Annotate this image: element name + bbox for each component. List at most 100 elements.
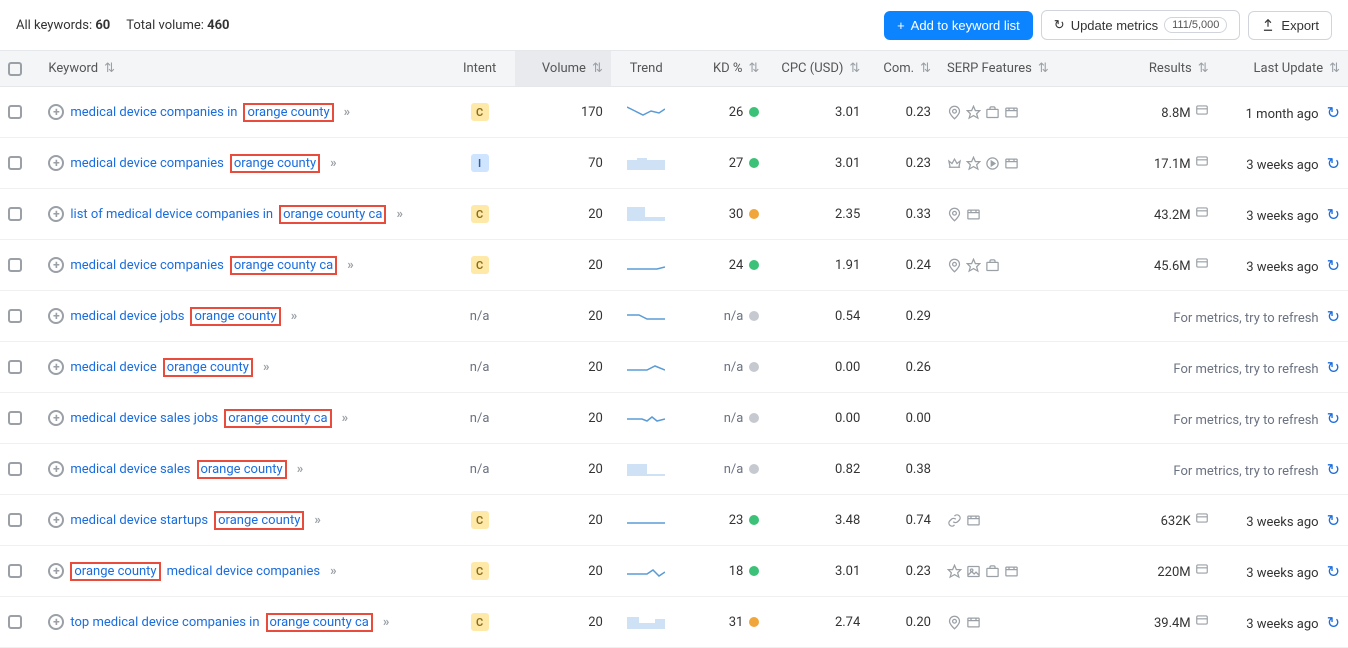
refresh-row-button[interactable]: ↻ — [1327, 358, 1340, 377]
refresh-row-button[interactable]: ↻ — [1327, 511, 1340, 530]
keyword-highlight: orange county ca — [230, 256, 337, 275]
expand-icon[interactable]: + — [48, 512, 64, 528]
expand-icon[interactable]: + — [48, 206, 64, 222]
summary: All keywords: 60 Total volume: 460 — [16, 18, 230, 33]
chevron-right-icon[interactable]: » — [383, 615, 387, 630]
row-checkbox[interactable] — [8, 411, 22, 425]
refresh-row-button[interactable]: ↻ — [1327, 256, 1340, 275]
refresh-row-button[interactable]: ↻ — [1327, 409, 1340, 428]
chevron-right-icon[interactable]: » — [344, 105, 348, 120]
expand-icon[interactable]: + — [48, 104, 64, 120]
video-icon — [966, 615, 981, 630]
keyword-link[interactable]: + medical device companies in orange cou… — [48, 103, 347, 122]
col-kd[interactable]: KD %⇅ — [682, 51, 768, 87]
sort-icon: ⇅ — [849, 61, 860, 76]
chevron-right-icon[interactable]: » — [297, 462, 301, 477]
col-update[interactable]: Last Update⇅ — [1217, 51, 1348, 87]
export-button[interactable]: Export — [1248, 11, 1332, 40]
quota-badge: 111/5,000 — [1164, 17, 1227, 33]
serp-snapshot-icon[interactable] — [1195, 565, 1209, 580]
row-checkbox[interactable] — [8, 564, 22, 578]
col-com[interactable]: Com.⇅ — [868, 51, 939, 87]
update-metrics-button[interactable]: ↻Update metrics111/5,000 — [1041, 10, 1241, 40]
col-cpc[interactable]: CPC (USD)⇅ — [767, 51, 868, 87]
pin-icon — [947, 207, 962, 222]
serp-features — [947, 105, 1108, 120]
keyword-link[interactable]: + medical device sales orange county » — [48, 460, 300, 479]
refresh-row-button[interactable]: ↻ — [1327, 613, 1340, 632]
keyword-link[interactable]: + medical device companies orange county… — [48, 154, 333, 173]
col-results[interactable]: Results⇅ — [1116, 51, 1217, 87]
col-keyword[interactable]: Keyword⇅ — [40, 51, 444, 87]
refresh-row-button[interactable]: ↻ — [1327, 562, 1340, 581]
chevron-right-icon[interactable]: » — [396, 207, 400, 222]
row-checkbox[interactable] — [8, 207, 22, 221]
add-keyword-button[interactable]: +Add to keyword list — [884, 11, 1033, 40]
expand-icon[interactable]: + — [48, 359, 64, 375]
col-serp[interactable]: SERP Features⇅ — [939, 51, 1116, 87]
serp-snapshot-icon[interactable] — [1195, 514, 1209, 529]
expand-icon[interactable]: + — [48, 410, 64, 426]
row-checkbox[interactable] — [8, 615, 22, 629]
keyword-link[interactable]: + medical device startups orange county … — [48, 511, 317, 530]
keyword-highlight: orange county ca — [266, 613, 373, 632]
com-cell: 0.38 — [868, 444, 939, 495]
refresh-row-button[interactable]: ↻ — [1327, 205, 1340, 224]
trend-sparkline — [627, 356, 665, 374]
serp-snapshot-icon[interactable] — [1195, 157, 1209, 172]
refresh-row-button[interactable]: ↻ — [1327, 154, 1340, 173]
keyword-highlight: orange county — [214, 511, 304, 530]
row-checkbox[interactable] — [8, 462, 22, 476]
expand-icon[interactable]: + — [48, 614, 64, 630]
keyword-link[interactable]: + list of medical device companies in or… — [48, 205, 400, 224]
cpc-cell: 0.00 — [767, 393, 868, 444]
refresh-row-button[interactable]: ↻ — [1327, 307, 1340, 326]
kd-dot-icon — [749, 158, 759, 168]
video-icon — [966, 207, 981, 222]
last-update: 3 weeks ago — [1246, 158, 1318, 173]
serp-snapshot-icon[interactable] — [1195, 616, 1209, 631]
chevron-right-icon[interactable]: » — [342, 411, 346, 426]
expand-icon[interactable]: + — [48, 461, 64, 477]
keyword-link[interactable]: + medical device orange county » — [48, 358, 266, 377]
row-checkbox[interactable] — [8, 360, 22, 374]
chevron-right-icon[interactable]: » — [330, 564, 334, 579]
keyword-highlight: orange county — [197, 460, 287, 479]
cpc-cell: 2.74 — [767, 597, 868, 648]
expand-icon[interactable]: + — [48, 257, 64, 273]
refresh-row-button[interactable]: ↻ — [1327, 460, 1340, 479]
add-keyword-label: Add to keyword list — [911, 18, 1020, 33]
serp-features — [947, 564, 1108, 579]
row-checkbox[interactable] — [8, 309, 22, 323]
refresh-row-button[interactable]: ↻ — [1327, 103, 1340, 122]
row-checkbox[interactable] — [8, 105, 22, 119]
col-trend[interactable]: Trend — [611, 51, 682, 87]
chevron-right-icon[interactable]: » — [330, 156, 334, 171]
chevron-right-icon[interactable]: » — [291, 309, 295, 324]
volume-cell: 20 — [515, 444, 611, 495]
table-row: + medical device startups orange county … — [0, 495, 1348, 546]
keyword-link[interactable]: + medical device sales jobs orange count… — [48, 409, 345, 428]
keyword-link[interactable]: + orange county medical device companies… — [48, 562, 333, 581]
serp-snapshot-icon[interactable] — [1195, 106, 1209, 121]
chevron-right-icon[interactable]: » — [314, 513, 318, 528]
row-checkbox[interactable] — [8, 156, 22, 170]
keyword-link[interactable]: + top medical device companies in orange… — [48, 613, 386, 632]
select-all-checkbox[interactable] — [8, 62, 22, 76]
kd-dot-icon — [749, 566, 759, 576]
col-intent[interactable]: Intent — [444, 51, 515, 87]
results-cell: 632K — [1116, 495, 1217, 546]
row-checkbox[interactable] — [8, 513, 22, 527]
kd-dot-icon — [749, 107, 759, 117]
chevron-right-icon[interactable]: » — [347, 258, 351, 273]
keyword-link[interactable]: + medical device jobs orange county » — [48, 307, 294, 326]
row-checkbox[interactable] — [8, 258, 22, 272]
serp-snapshot-icon[interactable] — [1195, 259, 1209, 274]
cpc-cell: 2.35 — [767, 189, 868, 240]
keyword-link[interactable]: + medical device companies orange county… — [48, 256, 350, 275]
col-volume[interactable]: Volume⇅ — [515, 51, 611, 87]
serp-snapshot-icon[interactable] — [1195, 208, 1209, 223]
expand-icon[interactable]: + — [48, 155, 64, 171]
expand-icon[interactable]: + — [48, 308, 64, 324]
chevron-right-icon[interactable]: » — [263, 360, 267, 375]
